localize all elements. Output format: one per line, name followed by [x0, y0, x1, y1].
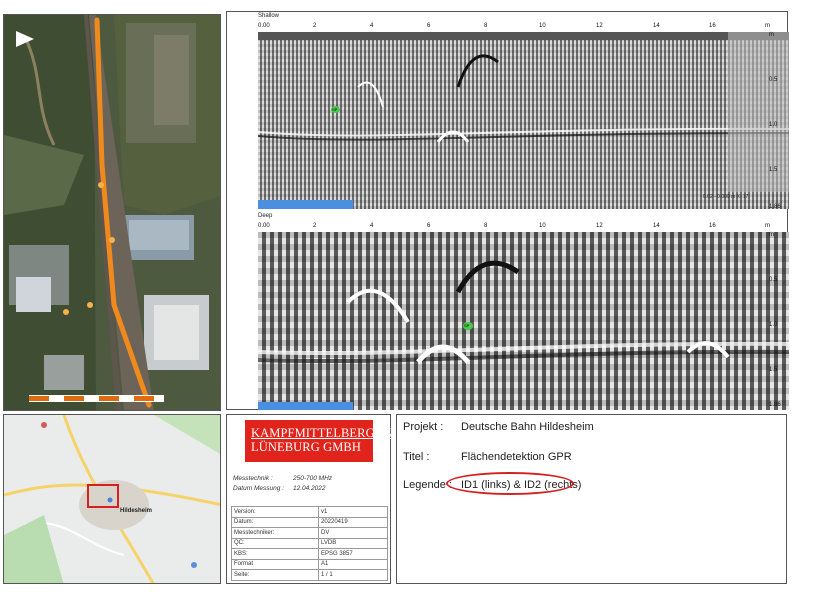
marker-sp-label: SP — [464, 323, 470, 328]
y-tick-05: 0.5 — [769, 77, 778, 83]
shallow-y-axis: m 0.5 1.0 1.5 1.86 — [769, 32, 785, 212]
qc-label: QC: — [231, 537, 319, 549]
table-row: Format A1 — [231, 558, 388, 570]
legende-row: Legende : ID1 (links) & ID2 (rechts) — [403, 479, 581, 491]
marker-sp-label: SP — [332, 107, 338, 112]
y-unit: m — [769, 32, 774, 38]
satellite-image — [3, 14, 221, 411]
messtechnik-value: 250-700 MHz — [293, 475, 333, 482]
projekt-label: Projekt : — [403, 421, 444, 433]
deep-x-axis: 0.00 2 4 6 8 10 12 14 16 m — [258, 223, 788, 232]
x-tick-12: 12 — [596, 223, 603, 229]
y-unit: m — [769, 232, 774, 238]
y-tick-15: 1.5 — [769, 367, 778, 373]
legende-label: Legende : — [403, 479, 452, 491]
x-tick-6: 6 — [427, 223, 431, 229]
shallow-x-axis: 0.00 2 4 6 8 10 12 14 16 m — [258, 23, 788, 32]
deep-y-axis: m 0.5 1.0 1.5 1.86 — [769, 232, 785, 412]
datum-value: 12.04.2022 — [293, 485, 326, 492]
table-row: Seite: 1 / 1 — [231, 569, 388, 581]
shallow-label: Shallow — [258, 13, 280, 19]
version-label: Version: — [231, 506, 319, 518]
shallow-readout: 0.02 - 0.000 m X: 17 — [703, 194, 749, 200]
qc-value: LVDB — [318, 537, 388, 549]
table-row: KBS: EPSG 3857 — [231, 548, 388, 560]
projekt-value: Deutsche Bahn Hildesheim — [461, 421, 594, 433]
messtechnik-row: Messtechnik : 250-700 MHz — [233, 475, 332, 482]
x-tick-4: 4 — [370, 223, 374, 229]
company-title-block: KAMPFMITTELBERGUNG LÜNEBURG GMBH Messtec… — [226, 414, 403, 584]
x-tick-0: 0.00 — [258, 23, 270, 29]
y-tick-10: 1.0 — [769, 322, 778, 328]
y-tick-05: 0.5 — [769, 277, 778, 283]
x-tick-10: 10 — [539, 223, 546, 229]
datum-label: Datum Messung : — [233, 485, 284, 492]
legend-highlight-circle — [446, 472, 574, 495]
titel-label: Titel : — [403, 451, 430, 463]
format-label: Format — [231, 558, 319, 570]
datum-row: Datum Messung : 12.04.2022 — [233, 485, 326, 492]
y-tick-10: 1.0 — [769, 122, 778, 128]
overview-map: Hildesheim — [3, 414, 221, 584]
north-arrow-icon — [16, 31, 34, 47]
technician-label: Messtechniker: — [231, 527, 319, 539]
kbs-label: KBS: — [231, 548, 319, 560]
table-row: Messtechniker: DV — [231, 527, 388, 539]
y-tick-bottom: 1.86 — [769, 402, 781, 408]
deep-label: Deep — [258, 213, 273, 219]
x-tick-14: 14 — [653, 223, 660, 229]
deep-radargram: SP — [258, 232, 789, 410]
x-tick-2: 2 — [313, 23, 317, 29]
projekt-row: Projekt : Deutsche Bahn Hildesheim — [403, 421, 594, 433]
format-value: A1 — [318, 558, 388, 570]
x-tick-10: 10 — [539, 23, 546, 29]
project-info-block: Projekt : Deutsche Bahn Hildesheim Titel… — [396, 414, 787, 584]
date-value: 20220419 — [318, 516, 388, 528]
x-tick-14: 14 — [653, 23, 660, 29]
gpr-radargram-panel: Shallow 0.00 2 4 6 8 10 12 14 16 m SP 0.… — [226, 11, 789, 412]
table-row: QC: LVDB — [231, 537, 388, 549]
city-label: Hildesheim — [120, 508, 153, 514]
x-tick-4: 4 — [370, 23, 374, 29]
table-row: Version: v1 — [231, 506, 388, 518]
titel-value: Flächendetektion GPR — [461, 451, 572, 463]
y-tick-15: 1.5 — [769, 167, 778, 173]
x-tick-12: 12 — [596, 23, 603, 29]
page-value: 1 / 1 — [318, 569, 388, 581]
company-logo: KAMPFMITTELBERGUNG LÜNEBURG GMBH — [245, 420, 403, 462]
x-tick-8: 8 — [484, 223, 488, 229]
messtechnik-label: Messtechnik : — [233, 475, 273, 482]
version-value: v1 — [318, 506, 388, 518]
info-table: Version: v1 Datum: 20220419 Messtechniker:… — [231, 506, 388, 581]
shallow-radargram: SP 0.02 - 0.000 m X: 17 — [258, 32, 789, 209]
logo-line-1: KAMPFMITTELBERGUNG — [251, 426, 403, 440]
kbs-value: EPSG 3857 — [318, 548, 388, 560]
x-tick-2: 2 — [313, 223, 317, 229]
x-tick-0: 0.00 — [258, 223, 270, 229]
table-row: Datum: 20220419 — [231, 516, 388, 528]
x-tick-16: 16 — [709, 23, 716, 29]
titel-row: Titel : Flächendetektion GPR — [403, 451, 572, 463]
x-tick-8: 8 — [484, 23, 488, 29]
technician-value: DV — [318, 527, 388, 539]
x-unit: m — [765, 223, 770, 229]
y-tick-bottom: 1.86 — [769, 204, 781, 210]
date-label: Datum: — [231, 516, 319, 528]
x-tick-6: 6 — [427, 23, 431, 29]
x-tick-16: 16 — [709, 223, 716, 229]
logo-line-2: LÜNEBURG GMBH — [251, 440, 361, 454]
x-unit: m — [765, 23, 770, 29]
page-label: Seite: — [231, 569, 319, 581]
